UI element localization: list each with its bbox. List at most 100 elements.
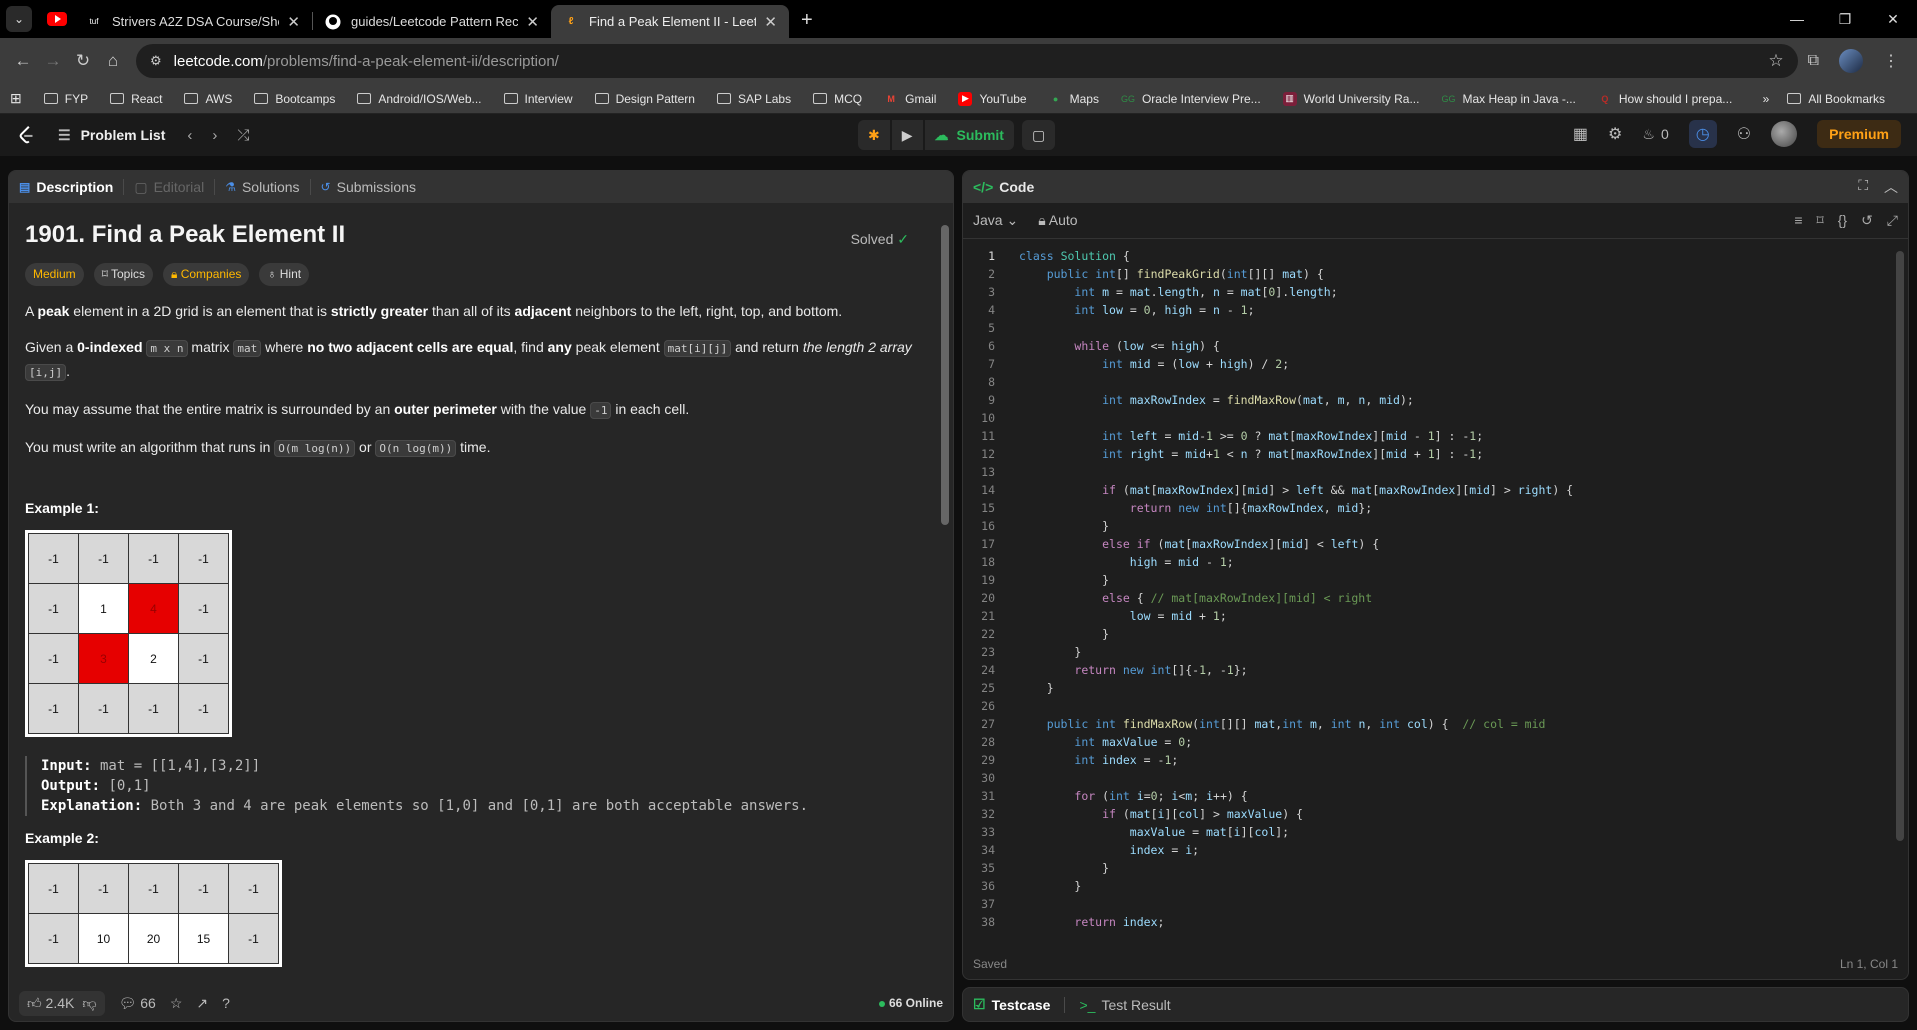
bookmark-max-heap[interactable]: GG Max Heap in Java -... (1441, 92, 1575, 106)
new-tab-button[interactable]: + (801, 9, 813, 32)
folder-icon (503, 93, 518, 104)
bookmark-icon[interactable]: ⌑ (1817, 212, 1824, 229)
reset-icon[interactable]: ↺ (1861, 212, 1873, 229)
run-button[interactable]: ▶ (891, 120, 923, 150)
tab-testcase[interactable]: ☑ Testcase (973, 996, 1050, 1013)
bookmark-maps[interactable]: ● Maps (1049, 92, 1099, 106)
tab-test-result[interactable]: >_ Test Result (1079, 997, 1170, 1013)
close-icon[interactable]: ✕ (287, 13, 300, 31)
submit-label: Submit (956, 127, 1004, 143)
layout-icon[interactable]: ▦ (1573, 124, 1588, 144)
close-icon[interactable]: ✕ (526, 13, 539, 31)
bookmark-fyp[interactable]: FYP (43, 92, 88, 106)
auto-mode[interactable]: 🔒︎ Auto (1038, 212, 1077, 229)
like-button[interactable]: 👍︎ 2.4K (27, 995, 74, 1012)
collapse-icon[interactable]: ︿ (1884, 177, 1898, 197)
bookmark-gmail[interactable]: M Gmail (884, 92, 936, 106)
settings-gear-icon[interactable]: ⚙ (1608, 124, 1622, 144)
star-icon[interactable]: ☆ (170, 995, 183, 1012)
help-icon[interactable]: ? (222, 995, 230, 1011)
braces-icon[interactable]: {} (1838, 212, 1847, 229)
browser-tab-strip: ⌄ tuf Strivers A2Z DSA Course/Sheet ✕ gu… (0, 0, 1917, 38)
code-actions: ✱ ▶ ☁ Submit ▢ (858, 120, 1056, 150)
tab-search-button[interactable]: ⌄ (6, 6, 32, 32)
inline-code: m x n (146, 340, 188, 357)
bookmark-react[interactable]: React (110, 92, 162, 106)
history-icon: ↺ (320, 180, 331, 194)
companies-tag[interactable]: 🔒︎ Companies (162, 263, 250, 286)
all-bookmarks[interactable]: All Bookmarks (1787, 92, 1885, 106)
leetcode-logo-icon[interactable] (16, 124, 38, 146)
code-editor[interactable]: 1 class Solution { 2 public int[] findPea… (963, 239, 1894, 949)
tab-description[interactable]: ▤ Description (19, 179, 113, 195)
tab-title: Strivers A2Z DSA Course/Sheet (112, 14, 280, 29)
apps-icon[interactable]: ⊞ (10, 90, 22, 107)
home-icon[interactable]: ⌂ (98, 51, 128, 71)
comments-button[interactable]: 💬︎ 66 (119, 995, 156, 1012)
fullscreen-icon[interactable]: ⛶ (1858, 177, 1868, 197)
browser-tab-strivers[interactable]: tuf Strivers A2Z DSA Course/Sheet ✕ (74, 5, 312, 38)
profile-avatar[interactable] (1839, 49, 1863, 73)
back-icon[interactable]: ← (8, 51, 38, 71)
site-info-icon[interactable]: ⚙ (150, 53, 162, 69)
description-scrollbar[interactable] (941, 215, 949, 1011)
page-title[interactable]: 1901. Find a Peak Element II (25, 221, 923, 249)
bookmark-design-pattern[interactable]: Design Pattern (594, 92, 695, 106)
problem-list-label: Problem List (80, 127, 166, 143)
bookmark-label: All Bookmarks (1808, 91, 1885, 106)
chrome-menu-icon[interactable]: ⋮ (1883, 51, 1899, 71)
youtube-pinned-tab[interactable] (40, 3, 74, 35)
avatar[interactable] (1771, 121, 1798, 147)
premium-button[interactable]: Premium (1817, 120, 1901, 148)
bookmark-aws[interactable]: AWS (184, 92, 232, 106)
notes-button[interactable]: ▢ (1021, 120, 1056, 150)
prev-problem-icon[interactable]: ‹ (187, 127, 192, 144)
timer-icon[interactable]: ◷ (1688, 120, 1717, 148)
share-icon[interactable]: ↗ (196, 995, 208, 1012)
bookmark-android[interactable]: Android/IOS/Web... (357, 92, 482, 106)
more-bookmarks-icon[interactable]: » (1763, 92, 1770, 106)
forward-icon[interactable]: → (38, 51, 68, 71)
close-icon[interactable]: ✕ (764, 13, 777, 31)
bookmark-oracle[interactable]: GG Oracle Interview Pre... (1121, 92, 1261, 106)
bookmark-world-uni[interactable]: ▥ World University Ra... (1282, 91, 1419, 106)
bookmark-star-icon[interactable]: ☆ (1768, 51, 1783, 71)
text: time. (456, 439, 491, 455)
language-select[interactable]: Java ⌄ (973, 212, 1018, 229)
tab-solutions[interactable]: ⚗ Solutions (225, 179, 299, 195)
shuffle-icon[interactable]: ⤮ (237, 127, 249, 144)
hint-tag[interactable]: ♁ Hint (259, 263, 310, 286)
add-friend-icon[interactable]: ⚇ (1737, 124, 1751, 144)
streak-counter[interactable]: ♨ 0 (1642, 126, 1668, 143)
bookmark-quora[interactable]: Q How should I prepa... (1598, 92, 1732, 106)
tab-editorial[interactable]: ▢ Editorial (134, 179, 204, 196)
problem-list-button[interactable]: ☰ Problem List (58, 127, 165, 144)
bookmark-mcq[interactable]: MCQ (813, 92, 862, 106)
next-problem-icon[interactable]: › (212, 127, 217, 144)
bookmark-bootcamps[interactable]: Bootcamps (254, 92, 335, 106)
editor-scrollbar[interactable] (1896, 251, 1904, 841)
submit-button[interactable]: ☁ Submit (924, 120, 1014, 150)
browser-tab-github[interactable]: guides/Leetcode Pattern Recog ✕ (313, 5, 551, 38)
extensions-icon[interactable]: ⧉ (1808, 52, 1819, 70)
expand-icon[interactable]: ⤢ (1887, 212, 1898, 229)
inline-code: mat (233, 340, 262, 357)
tab-submissions[interactable]: ↺ Submissions (321, 179, 416, 195)
format-icon[interactable]: ≡ (1794, 212, 1802, 229)
inline-code: -1 (590, 402, 612, 419)
topics-tag[interactable]: ⌑ Topics (93, 263, 153, 286)
thumbs-down-icon[interactable]: 👎︎ (82, 995, 96, 1012)
url-field[interactable]: ⚙ leetcode.com/problems/find-a-peak-elem… (136, 44, 1798, 78)
bookmark-youtube[interactable]: ▶ YouTube (958, 91, 1027, 106)
github-icon (325, 14, 341, 30)
restore-icon[interactable]: ❐ (1821, 11, 1869, 28)
bookmark-interview[interactable]: Interview (503, 92, 573, 106)
close-window-icon[interactable]: ✕ (1869, 11, 1917, 28)
reload-icon[interactable]: ↻ (68, 51, 98, 71)
paragraph: You may assume that the entire matrix is… (25, 398, 923, 422)
debug-button[interactable]: ✱ (858, 120, 890, 150)
scrollbar-thumb[interactable] (941, 225, 949, 525)
minimize-icon[interactable]: — (1773, 11, 1821, 27)
browser-tab-leetcode[interactable]: ℓ Find a Peak Element II - LeetCo ✕ (551, 5, 789, 38)
bookmark-sap[interactable]: SAP Labs (716, 92, 791, 106)
